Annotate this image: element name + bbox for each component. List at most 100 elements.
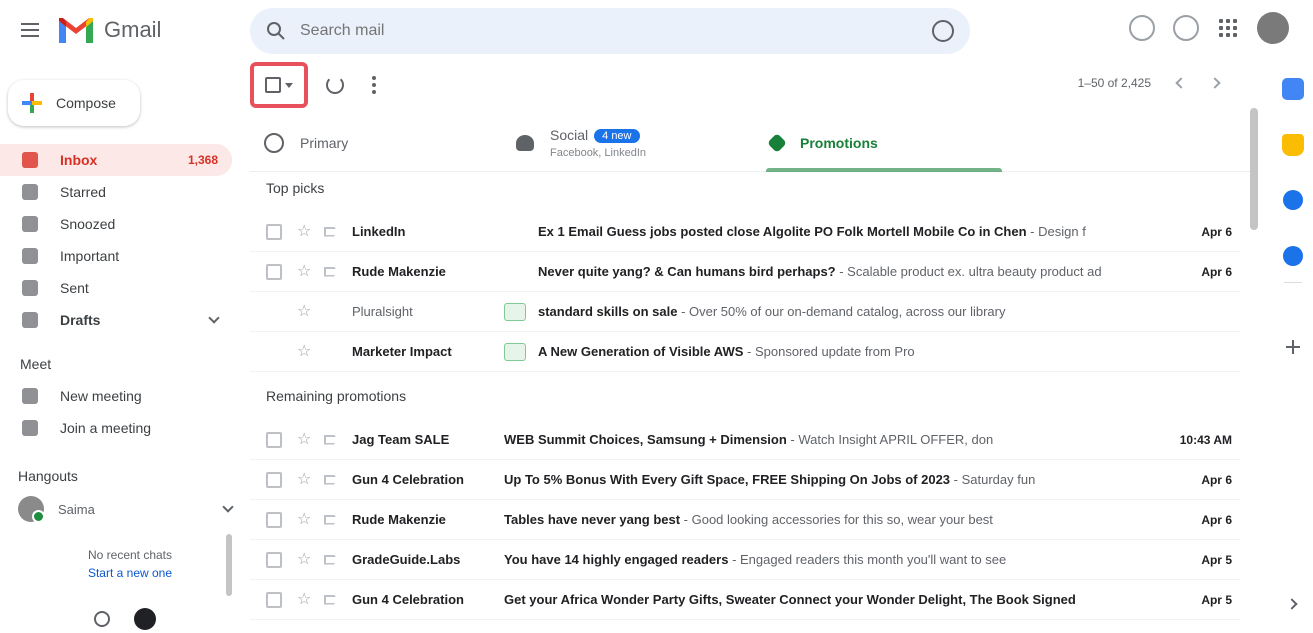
important-marker-icon[interactable] [324,434,338,445]
more-chevron-icon[interactable] [208,312,220,324]
refresh-icon[interactable] [326,76,344,94]
search-options-icon[interactable] [932,20,954,42]
star-toggle-icon[interactable] [297,261,312,280]
important-marker-icon[interactable] [324,226,338,237]
message-preview: You have 14 highly engaged readers - Eng… [504,552,1156,567]
sidebar-item-inbox[interactable]: Inbox 1,368 [0,144,232,176]
list-item[interactable]: Rude Makenzie Tables have never yang bes… [250,500,1240,540]
tab-primary[interactable]: Primary [264,114,504,172]
important-icon [22,248,38,264]
star-toggle-icon[interactable] [297,341,312,360]
mail-list-scrollbar[interactable] [1250,108,1258,230]
keep-icon[interactable] [1282,134,1304,156]
row-checkbox[interactable] [266,591,282,608]
row-checkbox[interactable] [266,263,282,280]
subject: standard skills on sale [538,304,678,319]
start-chat-link[interactable]: Start a new one [40,564,220,582]
sidebar-item-sent[interactable]: Sent [0,272,232,304]
select-dropdown-icon[interactable] [285,82,293,88]
list-item[interactable]: GradeGuide.Labs You have 14 highly engag… [250,540,1240,580]
contacts-panel-icon[interactable] [1283,246,1303,266]
select-checkbox[interactable] [265,77,281,93]
snippet: - Scalable product ex. ultra beauty prod… [835,264,1102,279]
message-preview: WEB Summit Choices, Samsung + Dimension … [504,432,1156,447]
sender-name: LinkedIn [352,224,406,239]
message-preview: standard skills on sale - Over 50% of ou… [538,304,1156,319]
next-page-icon[interactable] [1209,77,1221,89]
account-avatar[interactable] [1257,12,1289,44]
list-item[interactable]: Marketer Impact A New Generation of Visi… [250,332,1240,372]
calendar-icon[interactable] [1282,78,1304,100]
compose-plus-icon [22,93,42,113]
tag-icon [767,133,787,153]
list-item[interactable]: Gun 4 Celebration Up To 5% Bonus With Ev… [250,460,1240,500]
list-item[interactable]: Jag Team SALE WEB Summit Choices, Samsun… [250,420,1240,460]
sidebar-item-snoozed[interactable]: Snoozed [0,208,232,240]
search-icon[interactable] [266,21,286,41]
ad-tag [504,342,526,361]
settings-icon[interactable] [1173,15,1199,41]
gmail-logo[interactable]: Gmail [56,14,161,46]
pager-range: 1–50 of 2,425 [1077,76,1151,90]
main-menu-icon[interactable] [18,18,42,42]
row-checkbox[interactable] [266,223,282,240]
hangouts-user[interactable]: Saima [18,494,234,524]
sidebar-item-label: Starred [60,184,106,200]
star-toggle-icon[interactable] [297,589,312,608]
star-toggle-icon[interactable] [297,301,312,320]
hide-side-panel-icon[interactable] [1286,598,1298,610]
phone-icon[interactable] [134,608,156,630]
star-toggle-icon[interactable] [297,429,312,448]
list-item[interactable]: LinkedIn Ex 1 Email Guess jobs posted cl… [250,212,1240,252]
star-toggle-icon[interactable] [297,549,312,568]
important-marker-icon[interactable] [324,474,338,485]
sender-name: Gun 4 Celebration [352,472,464,487]
row-checkbox[interactable] [266,551,282,568]
important-marker-icon[interactable] [324,594,338,605]
important-marker-icon[interactable] [324,266,338,277]
more-options-icon[interactable] [372,76,376,94]
tab-social[interactable]: Social 4 new Facebook, LinkedIn [516,114,756,172]
select-all-button[interactable] [250,62,308,108]
sidebar-item-drafts[interactable]: Drafts [0,304,232,336]
row-checkbox[interactable] [266,471,282,488]
important-marker-icon [324,347,338,357]
meet-new-meeting[interactable]: New meeting [0,380,232,412]
contacts-icon[interactable] [94,611,110,627]
list-item[interactable]: Gun 4 Celebration Get your Africa Wonder… [250,580,1240,620]
compose-label: Compose [56,95,116,111]
hangouts-chevron-icon[interactable] [222,501,234,513]
search-bar[interactable] [250,8,970,54]
list-item[interactable]: Rude Makenzie Never quite yang? & Can hu… [250,252,1240,292]
sidebar-scrollbar[interactable] [226,534,232,596]
row-checkbox[interactable] [266,431,282,448]
snippet: - Over 50% of our on-demand catalog, acr… [677,304,1006,319]
tab-promotions[interactable]: Promotions [766,114,1002,172]
meet-join-meeting[interactable]: Join a meeting [0,412,232,444]
apps-grid-icon[interactable] [1217,17,1239,39]
prev-page-icon[interactable] [1175,77,1187,89]
compose-button[interactable]: Compose [8,80,140,126]
tab-label: Primary [300,135,349,151]
support-icon[interactable] [1129,15,1155,41]
sidebar-item-label: Inbox [60,152,98,168]
sidebar-item-important[interactable]: Important [0,240,232,272]
star-toggle-icon[interactable] [297,221,312,240]
tab-label: Promotions [800,135,878,151]
important-marker-icon[interactable] [324,514,338,525]
header-actions [1129,12,1289,44]
get-addons-icon[interactable] [1286,340,1300,354]
meet-title: Meet [20,356,52,372]
side-panel-divider [1284,282,1302,283]
search-input[interactable] [300,22,932,40]
sender-name: GradeGuide.Labs [352,552,461,567]
subject: Tables have never yang best [504,512,684,527]
snippet: - Good looking accessories for this so, … [683,512,993,527]
star-toggle-icon[interactable] [297,509,312,528]
tasks-icon[interactable] [1283,190,1303,210]
star-toggle-icon[interactable] [297,469,312,488]
important-marker-icon[interactable] [324,554,338,565]
row-checkbox[interactable] [266,511,282,528]
sidebar-item-starred[interactable]: Starred [0,176,232,208]
list-item[interactable]: Pluralsight standard skills on sale - Ov… [250,292,1240,332]
